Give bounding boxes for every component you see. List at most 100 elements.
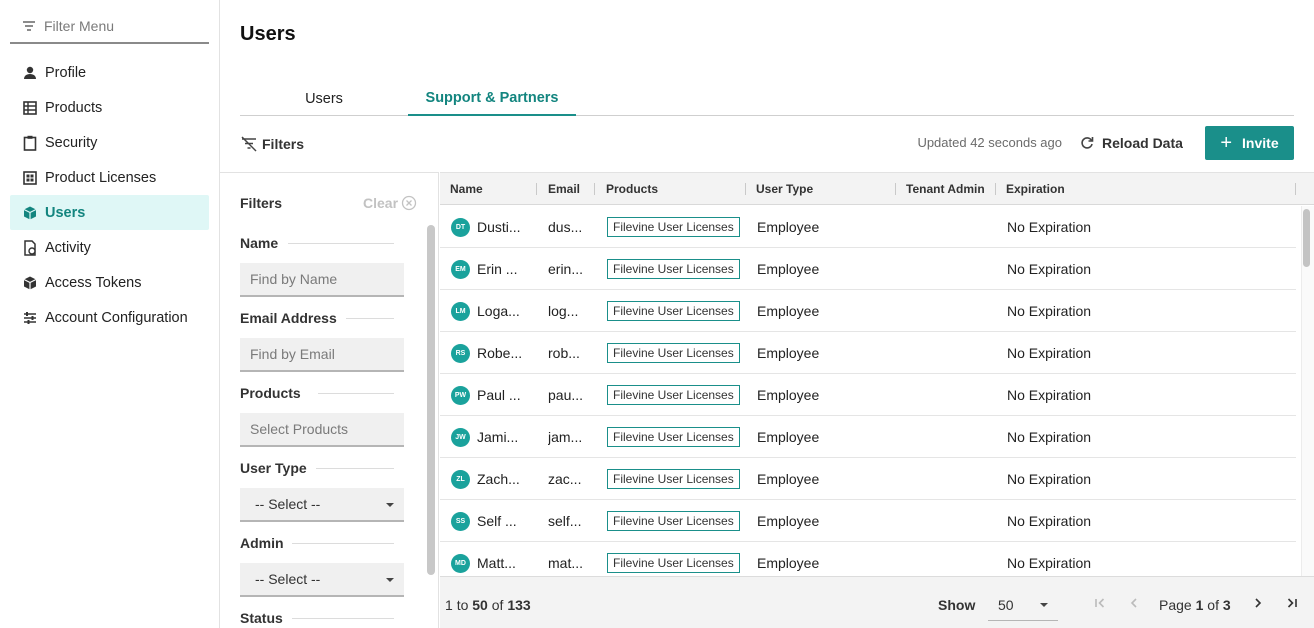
pagination-bar: 1 to 50 of 133 Show 50 Page 1 of 3 (440, 576, 1314, 628)
column-header-tenant-admin[interactable]: Tenant Admin (906, 173, 985, 205)
name-filter-input[interactable]: Find by Name (240, 263, 404, 297)
products-cell: Filevine User Licenses (607, 374, 747, 416)
status-filter-label: Status (240, 610, 283, 626)
last-page-icon (1287, 598, 1297, 608)
user-name: Self ... (477, 513, 517, 529)
sidebar-item-activity[interactable]: Activity (10, 230, 209, 265)
email-cell: rob... (548, 345, 580, 361)
user-type-select[interactable]: -- Select -- (240, 488, 404, 522)
caret-down-icon (386, 578, 394, 582)
table-row[interactable]: JW Jami... jam... Filevine User Licenses … (440, 416, 1296, 458)
column-resize-handle[interactable] (995, 183, 996, 195)
expiration-cell: No Expiration (1007, 219, 1092, 235)
tab-support-partners[interactable]: Support & Partners (408, 82, 576, 116)
prev-page-button[interactable] (1126, 595, 1142, 611)
cube-outline-icon (22, 275, 38, 291)
table-row[interactable]: RS Robe... rob... Filevine User Licenses … (440, 332, 1296, 374)
avatar: RS (451, 343, 470, 363)
sidebar-item-users[interactable]: Users (10, 195, 209, 230)
tenant-admin-cell (906, 290, 996, 332)
products-filter-select[interactable]: Select Products (240, 413, 404, 447)
tenant-admin-cell (906, 374, 996, 416)
sidebar-item-product-licenses[interactable]: Product Licenses (10, 160, 209, 195)
column-resize-handle[interactable] (745, 183, 746, 195)
toggle-filters-button[interactable]: Filters (240, 133, 304, 155)
column-header-email[interactable]: Email (548, 173, 580, 205)
email-cell: self... (548, 513, 582, 529)
user-type-cell: Employee (757, 219, 820, 235)
avatar: JW (451, 427, 470, 447)
sidebar-item-access-tokens[interactable]: Access Tokens (10, 265, 209, 300)
invite-button[interactable]: + Invite (1205, 126, 1294, 160)
column-resize-handle[interactable] (594, 183, 595, 195)
name-cell: LM Loga... (451, 290, 537, 332)
column-resize-handle[interactable] (536, 183, 537, 195)
table-row[interactable]: MD Matt... mat... Filevine User Licenses … (440, 542, 1296, 576)
divider (288, 243, 394, 244)
sidebar-item-products[interactable]: Products (10, 90, 209, 125)
filters-scrollbar[interactable] (427, 225, 435, 575)
table-scrollbar-thumb[interactable] (1303, 209, 1310, 267)
column-header-expiration[interactable]: Expiration (1006, 173, 1065, 205)
user-type-cell: Employee (757, 471, 820, 487)
admin-select-value: -- Select -- (255, 571, 321, 587)
range-total: 133 (507, 597, 531, 613)
tab-users[interactable]: Users (240, 82, 408, 116)
filter-menu-input[interactable]: Filter Menu (10, 10, 209, 44)
column-header-products[interactable]: Products (606, 173, 658, 205)
product-chip: Filevine User Licenses (607, 217, 740, 237)
refresh-icon (1081, 137, 1094, 149)
products-cell: Filevine User Licenses (607, 458, 747, 500)
products-cell: Filevine User Licenses (607, 500, 747, 542)
name-cell: PW Paul ... (451, 374, 537, 416)
table-row[interactable]: EM Erin ... erin... Filevine User License… (440, 248, 1296, 290)
user-type-filter-label: User Type (240, 460, 307, 476)
table-row[interactable]: PW Paul ... pau... Filevine User Licenses… (440, 374, 1296, 416)
column-resize-handle[interactable] (895, 183, 896, 195)
admin-select[interactable]: -- Select -- (240, 563, 404, 597)
sidebar: Filter Menu Profile Products Security Pr… (0, 0, 220, 628)
expiration-cell: No Expiration (1007, 429, 1092, 445)
user-name: Jami... (477, 429, 519, 445)
sidebar-item-security[interactable]: Security (10, 125, 209, 160)
column-resize-handle[interactable] (1295, 183, 1296, 195)
clear-filters-button[interactable]: Clear (363, 195, 417, 211)
product-chip: Filevine User Licenses (607, 511, 740, 531)
divider (316, 468, 394, 469)
filters-toggle-label: Filters (262, 136, 305, 152)
total-pages: 3 (1222, 597, 1231, 613)
expiration-cell: No Expiration (1007, 345, 1092, 361)
first-page-button[interactable] (1092, 595, 1108, 611)
sidebar-item-account-configuration[interactable]: Account Configuration (10, 300, 209, 335)
divider (292, 543, 394, 544)
product-chip: Filevine User Licenses (607, 469, 740, 489)
reload-data-button[interactable]: Reload Data (1080, 133, 1183, 153)
product-chip: Filevine User Licenses (607, 553, 740, 573)
last-page-button[interactable] (1284, 595, 1300, 611)
sidebar-nav: Profile Products Security Product Licens… (10, 55, 209, 335)
email-cell: log... (548, 303, 579, 319)
user-name: Zach... (477, 471, 520, 487)
avatar: MD (451, 553, 470, 573)
page-size-select[interactable]: 50 (988, 589, 1058, 621)
name-cell: RS Robe... (451, 332, 537, 374)
expiration-cell: No Expiration (1007, 471, 1092, 487)
table-row[interactable]: DT Dusti... dus... Filevine User Licenses… (440, 206, 1296, 248)
user-name: Erin ... (477, 261, 518, 277)
column-header-name[interactable]: Name (450, 173, 483, 205)
app-window: Filter Menu Profile Products Security Pr… (0, 0, 1314, 628)
table-row[interactable]: SS Self ... self... Filevine User License… (440, 500, 1296, 542)
product-chip: Filevine User Licenses (607, 427, 740, 447)
name-filter-label: Name (240, 235, 279, 251)
email-filter-input[interactable]: Find by Email (240, 338, 404, 372)
table-row[interactable]: LM Loga... log... Filevine User Licenses … (440, 290, 1296, 332)
next-page-button[interactable] (1250, 595, 1266, 611)
sliders-icon (22, 310, 38, 326)
table-row[interactable]: ZL Zach... zac... Filevine User Licenses … (440, 458, 1296, 500)
user-type-cell: Employee (757, 513, 820, 529)
sidebar-item-profile[interactable]: Profile (10, 55, 209, 90)
avatar: DT (451, 217, 470, 237)
column-header-user-type[interactable]: User Type (756, 173, 813, 205)
email-cell: dus... (548, 219, 583, 235)
filters-panel: Filters Clear Name Find by Name Email Ad… (220, 172, 439, 628)
